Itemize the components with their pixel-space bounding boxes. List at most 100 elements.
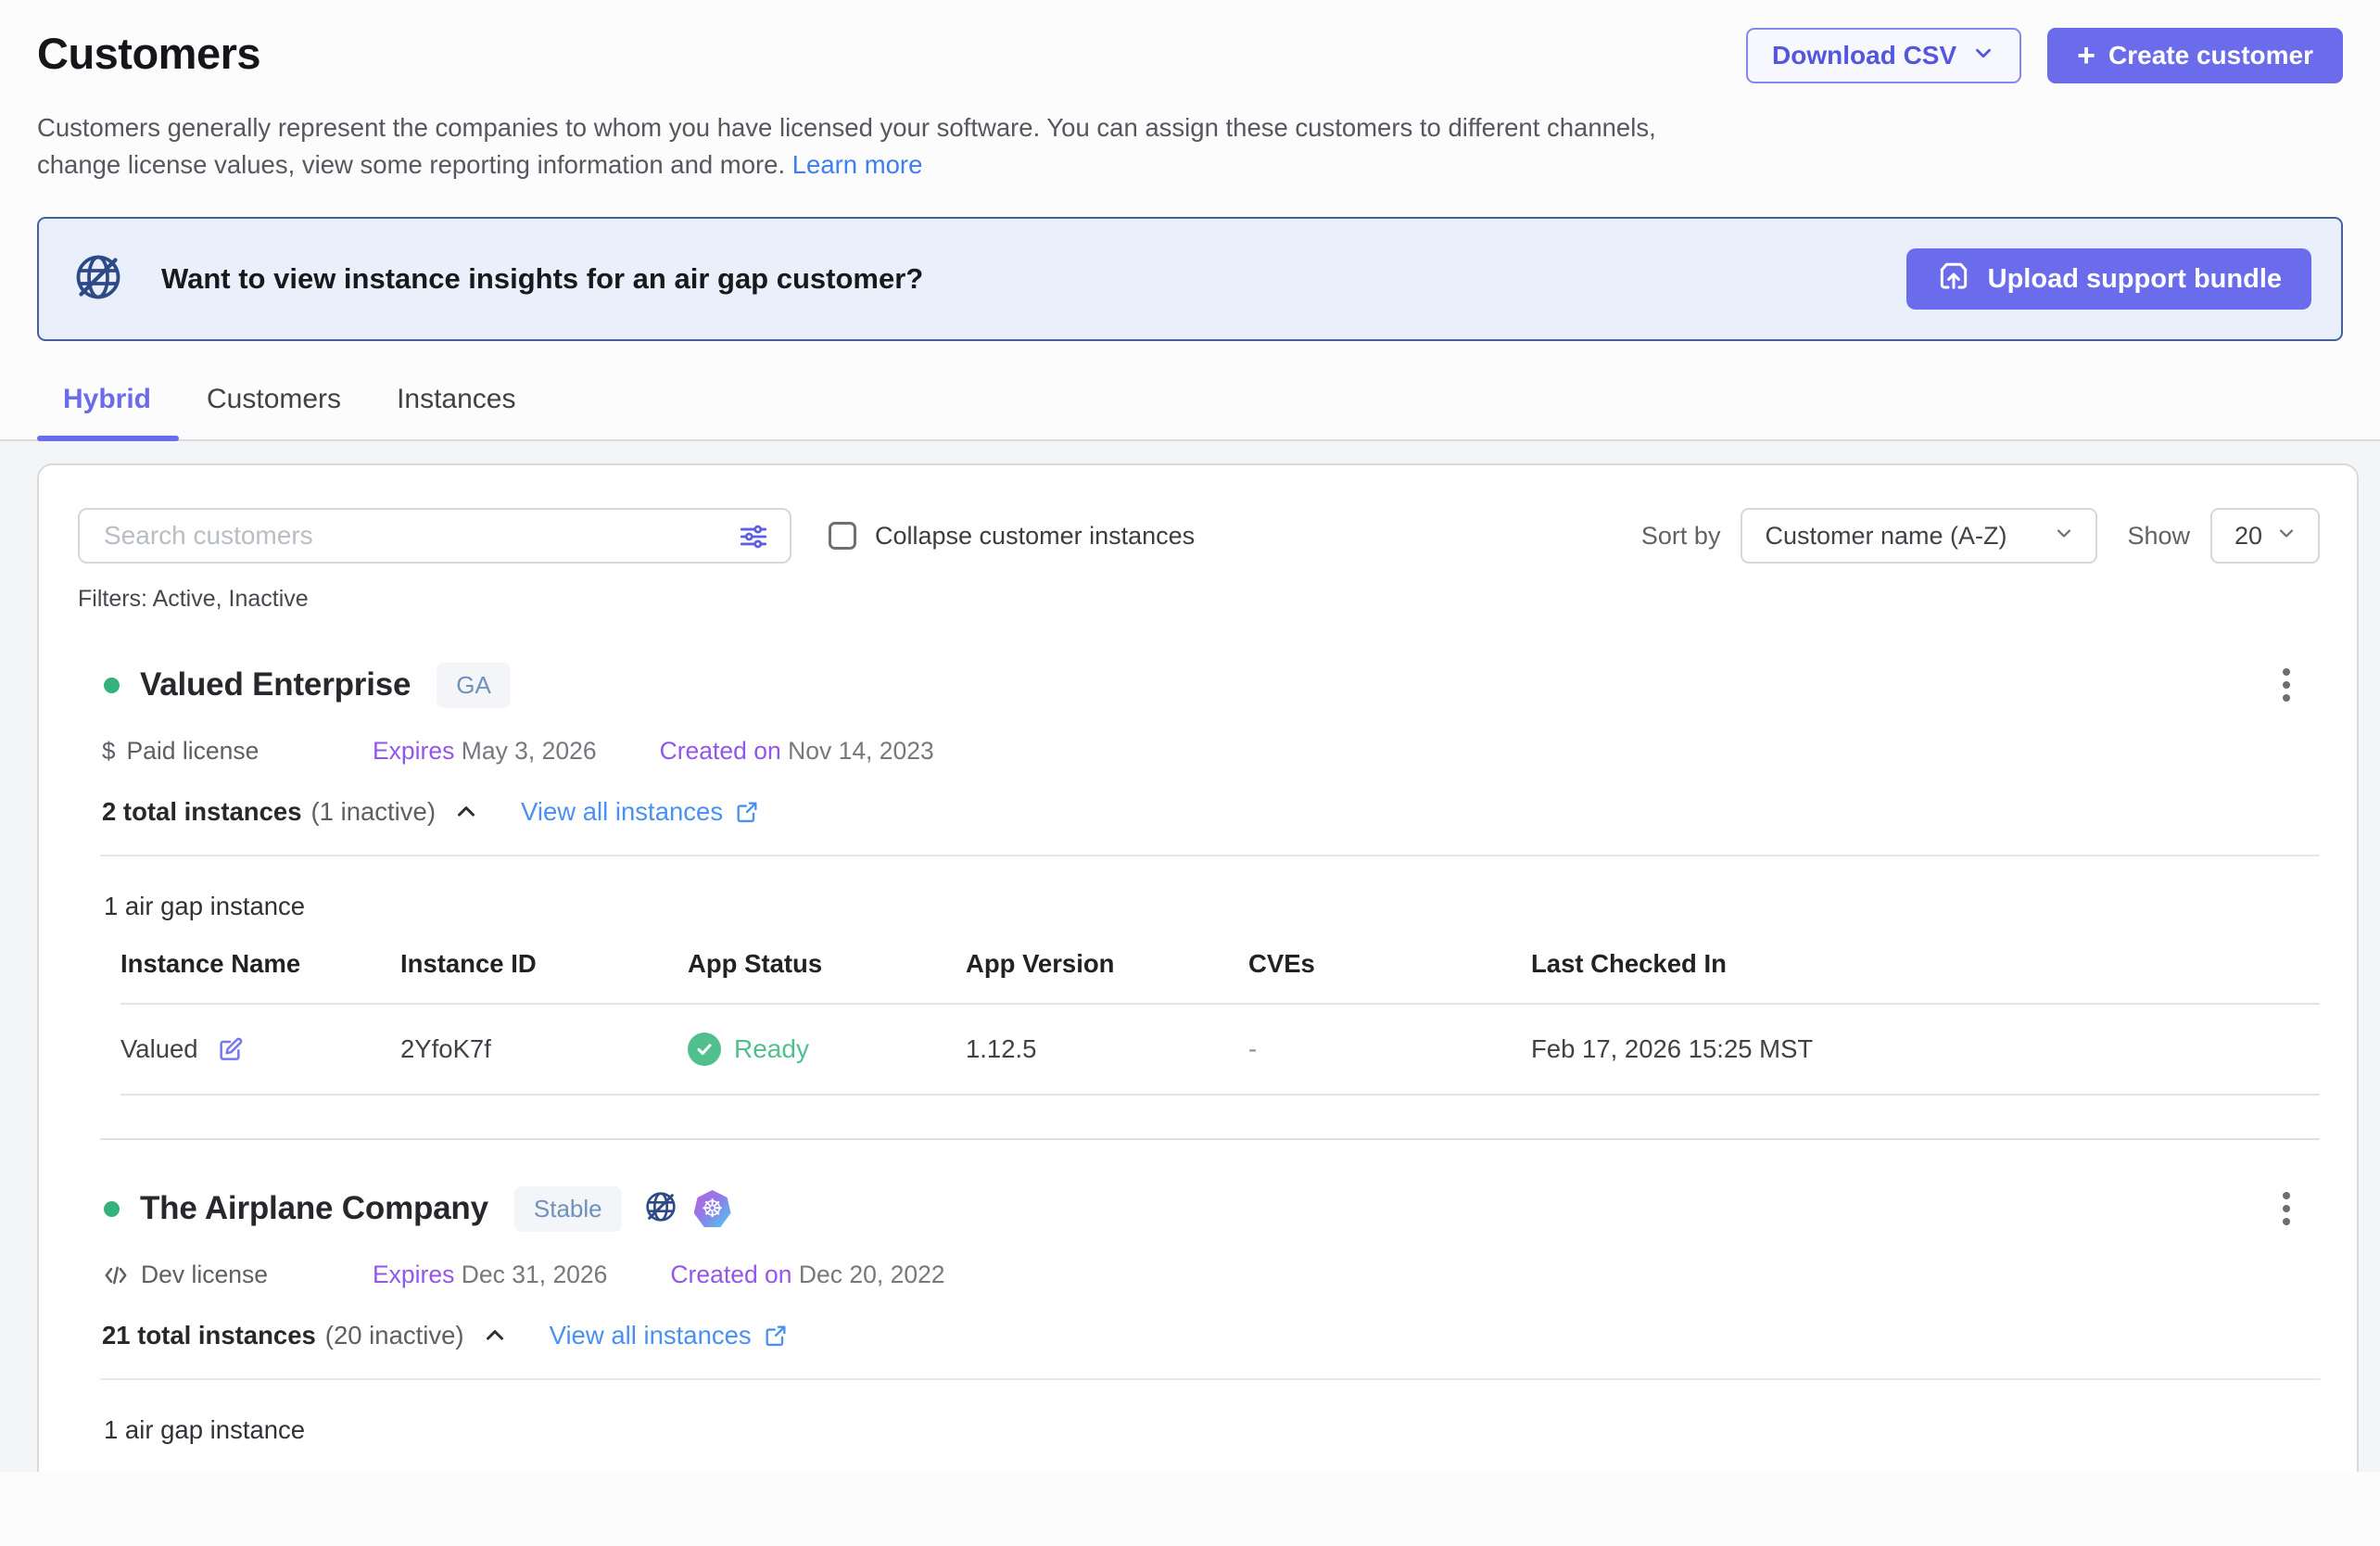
cves-value: - bbox=[1248, 1034, 1531, 1064]
show-label: Show bbox=[2127, 522, 2190, 551]
check-circle-icon bbox=[688, 1033, 721, 1066]
plus-icon: + bbox=[2077, 40, 2095, 71]
active-filters-label: Filters: Active, Inactive bbox=[78, 586, 2320, 613]
customers-card: Collapse customer instances Sort by Cust… bbox=[37, 463, 2359, 1472]
instances-total: 21 total instances bbox=[102, 1321, 316, 1350]
search-input[interactable] bbox=[78, 508, 791, 564]
customer-divider bbox=[100, 1138, 2320, 1140]
customer-block-valued-enterprise: Valued Enterprise GA $ Paid license Expi… bbox=[78, 659, 2320, 1140]
search-box bbox=[78, 508, 791, 564]
table-row: Valued 2YfoK7f Ready 1.12.5 - Feb 17, 20… bbox=[120, 1005, 2320, 1096]
license-type: $ Paid license bbox=[102, 737, 373, 766]
tab-instances[interactable]: Instances bbox=[369, 384, 543, 439]
customer-block-airplane-company: The Airplane Company Stable ☸ bbox=[78, 1183, 2320, 1472]
instances-inactive: (20 inactive) bbox=[325, 1321, 464, 1350]
create-customer-label: Create customer bbox=[2108, 41, 2313, 70]
divider bbox=[100, 1378, 2320, 1380]
sort-by-value: Customer name (A-Z) bbox=[1765, 522, 2053, 551]
expires-value: May 3, 2026 bbox=[462, 737, 597, 765]
created-field: Created on Nov 14, 2023 bbox=[660, 737, 934, 766]
tab-bar: Hybrid Customers Instances bbox=[0, 384, 2380, 441]
dollar-icon: $ bbox=[102, 737, 115, 766]
expires-label: Expires bbox=[373, 1261, 454, 1288]
kebab-menu-icon[interactable] bbox=[2273, 1183, 2299, 1235]
created-field: Created on Dec 20, 2022 bbox=[670, 1261, 944, 1289]
edit-icon[interactable] bbox=[215, 1034, 245, 1064]
page-description: Customers generally represent the compan… bbox=[37, 109, 1705, 184]
customer-name[interactable]: Valued Enterprise bbox=[140, 666, 411, 703]
active-status-dot bbox=[104, 1201, 120, 1217]
license-label: Paid license bbox=[126, 737, 259, 766]
collapse-instances-label: Collapse customer instances bbox=[875, 522, 1195, 551]
created-value: Nov 14, 2023 bbox=[788, 737, 934, 765]
channel-badge: Stable bbox=[514, 1186, 622, 1232]
status-label: Ready bbox=[734, 1034, 809, 1064]
license-label: Dev license bbox=[141, 1261, 268, 1289]
license-type: Dev license bbox=[102, 1261, 373, 1289]
expires-field: Expires Dec 31, 2026 bbox=[373, 1261, 607, 1289]
upload-support-bundle-button[interactable]: Upload support bundle bbox=[1906, 248, 2311, 310]
created-value: Dec 20, 2022 bbox=[799, 1261, 945, 1288]
created-label: Created on bbox=[660, 737, 781, 765]
upload-bundle-label: Upload support bundle bbox=[1988, 264, 2282, 295]
airgap-globe-icon bbox=[70, 249, 126, 310]
upload-bundle-icon bbox=[1936, 258, 1971, 300]
chevron-down-icon bbox=[2275, 522, 2298, 551]
sort-by-select[interactable]: Customer name (A-Z) bbox=[1741, 508, 2097, 564]
table-header-row: Instance Name Instance ID App Status App… bbox=[120, 949, 2320, 1005]
col-instance-id: Instance ID bbox=[400, 949, 688, 979]
view-all-label: View all instances bbox=[521, 797, 723, 827]
last-checked-in: Feb 17, 2026 15:25 MST bbox=[1531, 1034, 2320, 1064]
tab-customers[interactable]: Customers bbox=[179, 384, 369, 439]
instances-inactive: (1 inactive) bbox=[311, 797, 437, 827]
chevron-down-icon bbox=[2053, 522, 2075, 551]
col-app-version: App Version bbox=[966, 949, 1248, 979]
page-title: Customers bbox=[37, 28, 260, 79]
show-select[interactable]: 20 bbox=[2210, 508, 2320, 564]
code-icon bbox=[102, 1261, 130, 1289]
app-version: 1.12.5 bbox=[966, 1034, 1248, 1064]
collapse-chevron-up-icon[interactable] bbox=[452, 798, 480, 826]
page-header: Customers Download CSV + Create customer… bbox=[0, 0, 2380, 184]
learn-more-link[interactable]: Learn more bbox=[792, 150, 923, 179]
filter-sliders-icon[interactable] bbox=[736, 519, 771, 559]
external-link-icon bbox=[734, 799, 760, 825]
expires-value: Dec 31, 2026 bbox=[462, 1261, 608, 1288]
kebab-menu-icon[interactable] bbox=[2273, 659, 2299, 711]
col-instance-name: Instance Name bbox=[120, 949, 400, 979]
create-customer-button[interactable]: + Create customer bbox=[2047, 28, 2343, 83]
sort-by-label: Sort by bbox=[1641, 522, 1721, 551]
col-app-status: App Status bbox=[688, 949, 966, 979]
kubernetes-icon: ☸ bbox=[694, 1190, 731, 1227]
banner-title: Want to view instance insights for an ai… bbox=[161, 262, 923, 296]
created-label: Created on bbox=[670, 1261, 791, 1288]
instances-total: 2 total instances bbox=[102, 797, 302, 827]
collapse-chevron-up-icon[interactable] bbox=[481, 1322, 509, 1350]
instance-name: Valued bbox=[120, 1034, 198, 1064]
content-area: Collapse customer instances Sort by Cust… bbox=[0, 441, 2380, 1472]
col-cves: CVEs bbox=[1248, 949, 1531, 979]
download-csv-label: Download CSV bbox=[1772, 41, 1956, 70]
airgap-instance-label: 1 air gap instance bbox=[104, 1415, 2320, 1445]
app-status: Ready bbox=[688, 1033, 966, 1066]
download-csv-button[interactable]: Download CSV bbox=[1746, 28, 2021, 83]
view-all-instances-link[interactable]: View all instances bbox=[521, 797, 760, 827]
collapse-instances-checkbox[interactable] bbox=[829, 522, 856, 550]
expires-field: Expires May 3, 2026 bbox=[373, 737, 597, 766]
airgap-banner: Want to view instance insights for an ai… bbox=[37, 217, 2343, 341]
view-all-label: View all instances bbox=[550, 1321, 752, 1350]
collapse-instances-control[interactable]: Collapse customer instances bbox=[829, 522, 1195, 551]
airgap-globe-icon bbox=[642, 1188, 679, 1230]
instances-table: Instance Name Instance ID App Status App… bbox=[120, 949, 2320, 1096]
col-last-checked-in: Last Checked In bbox=[1531, 949, 2320, 979]
active-status-dot bbox=[104, 678, 120, 693]
chevron-down-icon bbox=[1971, 41, 1995, 71]
divider bbox=[100, 855, 2320, 856]
customer-name[interactable]: The Airplane Company bbox=[140, 1190, 488, 1227]
channel-badge: GA bbox=[437, 663, 511, 708]
external-link-icon bbox=[763, 1323, 789, 1349]
tab-hybrid[interactable]: Hybrid bbox=[37, 384, 179, 439]
expires-label: Expires bbox=[373, 737, 454, 765]
airgap-instance-label: 1 air gap instance bbox=[104, 892, 2320, 921]
view-all-instances-link[interactable]: View all instances bbox=[550, 1321, 789, 1350]
